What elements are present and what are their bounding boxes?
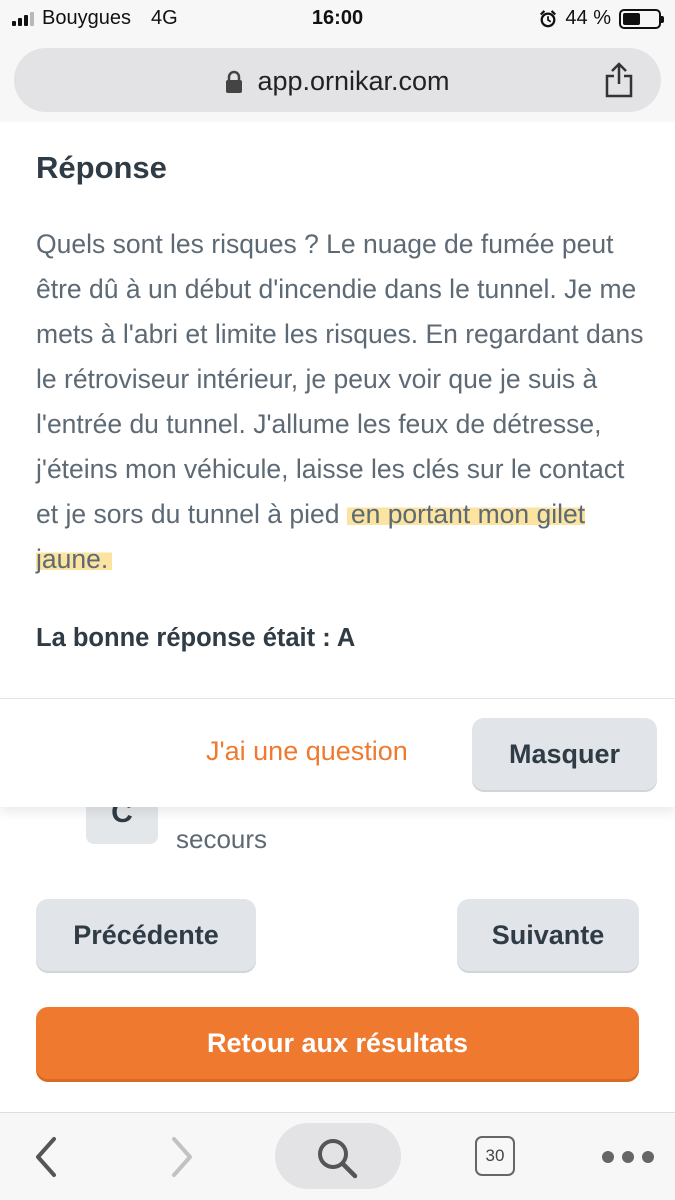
tabs-button[interactable]: 30: [475, 1136, 515, 1176]
battery-icon: [619, 8, 664, 29]
page-content: C secours Précédente Suivante Retour aux…: [0, 122, 675, 1112]
previous-button[interactable]: Précédente: [36, 899, 256, 971]
back-to-results-button[interactable]: Retour aux résultats: [36, 1007, 639, 1079]
answer-panel: Réponse Quels sont les risques ? Le nuag…: [0, 122, 675, 807]
forward-arrow-icon[interactable]: [164, 1135, 198, 1179]
lock-icon: [226, 70, 243, 93]
alarm-icon: [540, 9, 557, 27]
back-arrow-icon[interactable]: [30, 1135, 64, 1179]
hide-button[interactable]: Masquer: [472, 718, 657, 790]
status-right: 44 %: [539, 7, 664, 30]
browser-address-area: app.ornikar.com: [0, 40, 675, 122]
search-icon: [318, 1139, 358, 1179]
correct-answer: La bonne réponse était : A: [36, 624, 356, 652]
explanation-text: Quels sont les risques ? Le nuage de fum…: [36, 229, 644, 529]
more-icon[interactable]: [602, 1151, 654, 1163]
answer-title: Réponse: [36, 150, 167, 185]
next-button[interactable]: Suivante: [457, 899, 639, 971]
browser-toolbar: 30: [0, 1112, 675, 1200]
divider: [0, 698, 675, 699]
share-icon[interactable]: [603, 62, 635, 98]
status-bar: Bouygues 4G 16:00 44 %: [0, 0, 675, 40]
battery-percent: 44 %: [565, 7, 611, 29]
answer-option-c-text[interactable]: secours: [176, 824, 267, 855]
answer-explanation: Quels sont les risques ? Le nuage de fum…: [36, 222, 646, 582]
address-bar[interactable]: app.ornikar.com: [14, 48, 661, 112]
url-text: app.ornikar.com: [257, 66, 450, 96]
url-display: app.ornikar.com: [14, 66, 661, 97]
ask-question-link[interactable]: J'ai une question: [206, 736, 408, 767]
search-button[interactable]: [275, 1123, 401, 1189]
